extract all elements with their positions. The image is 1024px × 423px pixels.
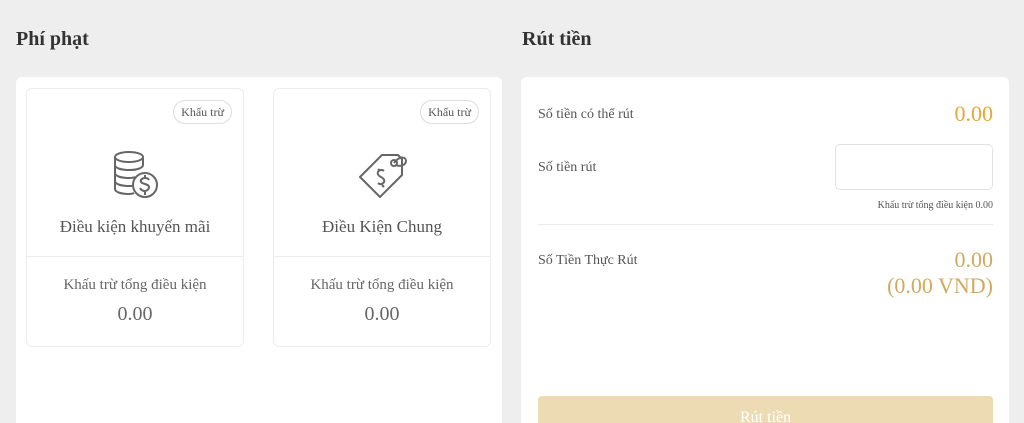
card-divider [274, 256, 490, 257]
withdraw-amount-label: Số tiền rút [538, 160, 597, 175]
divider [538, 224, 993, 225]
actual-withdraw-value-group: 0.00 (0.00 VND) [887, 247, 993, 299]
actual-withdraw-value-vnd: (0.00 VND) [887, 273, 993, 298]
coins-dollar-icon [107, 147, 163, 203]
actual-withdraw-label: Số Tiền Thực Rút [538, 253, 638, 268]
card-value: 0.00 [364, 303, 400, 325]
withdraw-button[interactable]: Rút tiền [538, 396, 993, 423]
card-sub-label: Khấu trừ tổng điều kiện [310, 277, 454, 293]
withdraw-title: Rút tiền [522, 28, 592, 50]
deduct-badge: Khấu trừ [173, 100, 232, 124]
card-sub-label: Khấu trừ tổng điều kiện [63, 277, 207, 293]
card-name: Điều Kiện Chung [322, 217, 442, 236]
promotion-condition-card[interactable]: Khấu trừ Điều kiện khuyến mãi Khấu trừ t… [26, 88, 244, 347]
available-amount-value: 0.00 [954, 101, 994, 126]
card-name: Điều kiện khuyến mãi [59, 217, 211, 236]
actual-withdraw-value: 0.00 [954, 247, 994, 272]
price-tag-dollar-icon [354, 147, 410, 203]
penalty-panel: Khấu trừ Điều kiện khuyến mãi Khấu trừ t… [16, 77, 502, 423]
card-divider [27, 256, 243, 257]
withdraw-panel: Số tiền có thể rút 0.00 Số tiền rút Khấu… [521, 77, 1009, 423]
deduct-total-hint: Khấu trừ tổng điều kiện 0.00 [877, 200, 993, 211]
deduct-badge: Khấu trừ [420, 100, 479, 124]
available-amount-label: Số tiền có thể rút [538, 107, 634, 122]
withdraw-amount-input[interactable] [835, 144, 993, 190]
penalty-title: Phí phạt [16, 28, 89, 50]
general-condition-card[interactable]: Khấu trừ Điều Kiện Chung Khấu trừ tổng đ… [273, 88, 491, 347]
card-value: 0.00 [117, 303, 153, 325]
